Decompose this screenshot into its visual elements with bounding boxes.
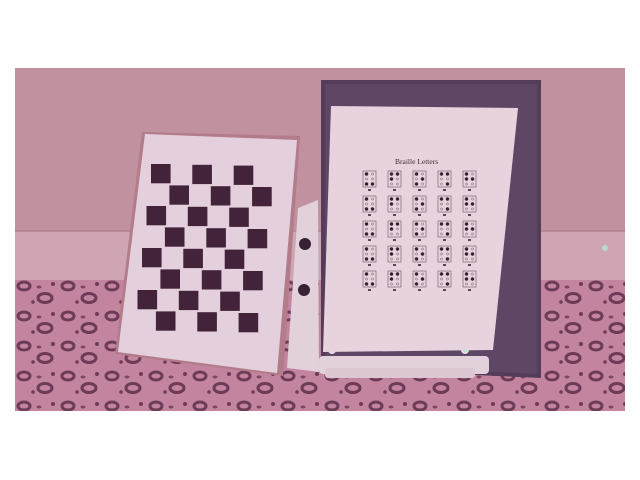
scene: Braille Letters	[15, 68, 625, 411]
color-tint	[15, 68, 625, 411]
photo-frame: Braille Letters	[15, 68, 625, 411]
